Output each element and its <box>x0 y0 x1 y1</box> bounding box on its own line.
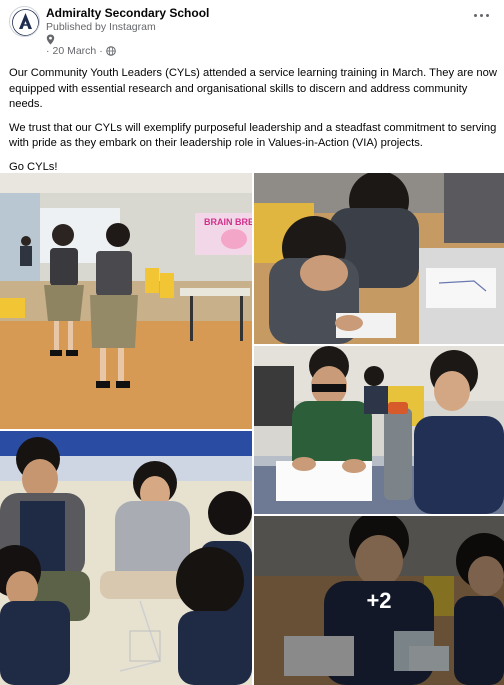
photo-students-writing[interactable] <box>254 173 504 344</box>
dot-separator: · <box>99 45 103 57</box>
photo-group-activity[interactable] <box>0 431 252 685</box>
post-meta: · 20 March · <box>46 45 116 57</box>
post-paragraph-2: We trust that our CYLs will exemplify pu… <box>9 121 497 150</box>
student-sunglasses-photo-image <box>254 346 504 514</box>
map-pin-icon[interactable] <box>46 34 55 45</box>
classroom-photo-image: BRAIN BRE <box>0 173 252 429</box>
more-photos-count: +2 <box>366 587 392 613</box>
post-header: Admiralty Secondary School Published by … <box>0 0 504 62</box>
dot-separator: · <box>46 45 50 57</box>
published-by-label: Published by Instagram <box>46 21 156 33</box>
photo-gallery: BRAIN BRE +2 <box>0 173 504 685</box>
photo-classroom-students[interactable]: BRAIN BRE <box>0 173 252 429</box>
post-body: Our Community Youth Leaders (CYLs) atten… <box>9 66 499 183</box>
brain-break-sign: BRAIN BRE <box>204 217 252 227</box>
post-date[interactable]: 20 March <box>53 45 97 57</box>
more-options-icon[interactable] <box>470 8 494 24</box>
post-paragraph-1: Our Community Youth Leaders (CYLs) atten… <box>9 67 497 110</box>
more-photos-overlay[interactable]: +2 <box>254 516 504 685</box>
globe-icon[interactable] <box>105 46 116 56</box>
location-row <box>46 33 55 45</box>
students-writing-photo-image <box>254 173 504 344</box>
page-name-link[interactable]: Admiralty Secondary School <box>46 6 209 20</box>
photo-more-overlay[interactable]: +2 <box>254 516 504 685</box>
group-activity-photo-image <box>0 431 252 685</box>
page-avatar[interactable] <box>9 6 40 37</box>
school-crest-icon <box>10 7 39 36</box>
photo-student-sunglasses[interactable] <box>254 346 504 514</box>
